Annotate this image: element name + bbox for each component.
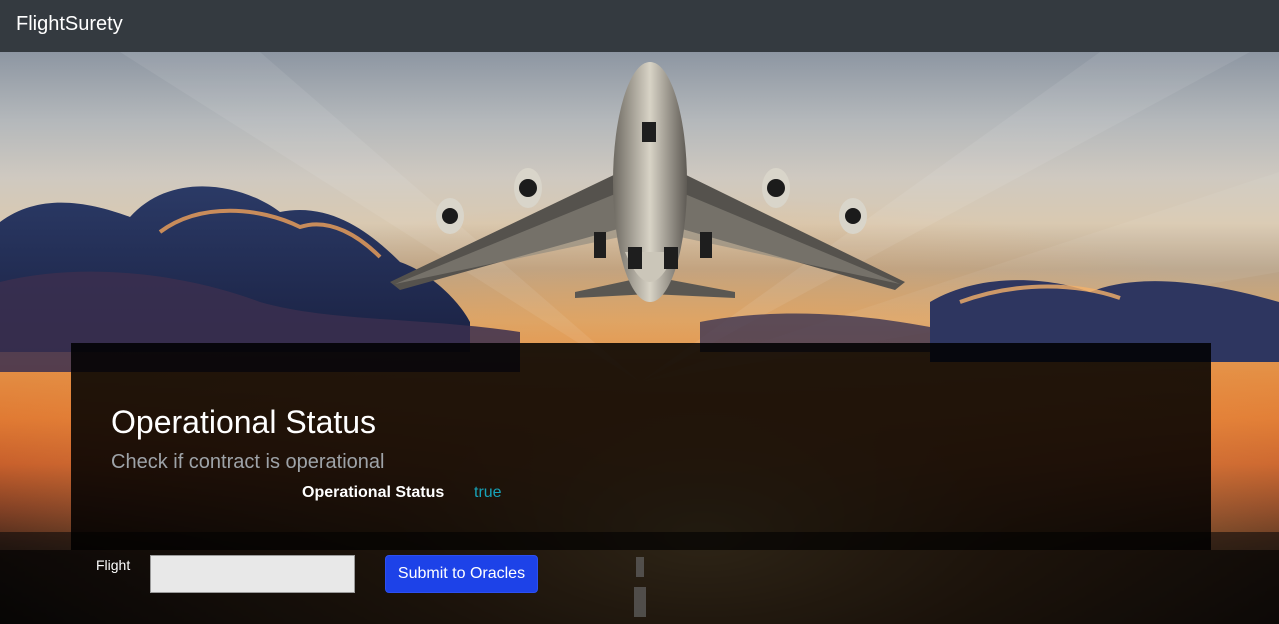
flight-input[interactable] <box>150 555 355 593</box>
page-subtitle: Check if contract is operational <box>111 451 385 473</box>
operational-status-panel: Operational Status Check if contract is … <box>71 343 1211 550</box>
submit-to-oracles-button[interactable]: Submit to Oracles <box>385 555 538 593</box>
flight-field-label: Flight <box>96 557 131 573</box>
oracle-submit-form: Flight Submit to Oracles <box>0 550 1279 624</box>
status-label: Operational Status <box>302 484 445 501</box>
brand-link[interactable]: FlightSurety <box>16 14 123 34</box>
top-navbar: FlightSurety <box>0 0 1279 52</box>
status-value: true <box>474 484 502 501</box>
page-title: Operational Status <box>111 404 377 440</box>
